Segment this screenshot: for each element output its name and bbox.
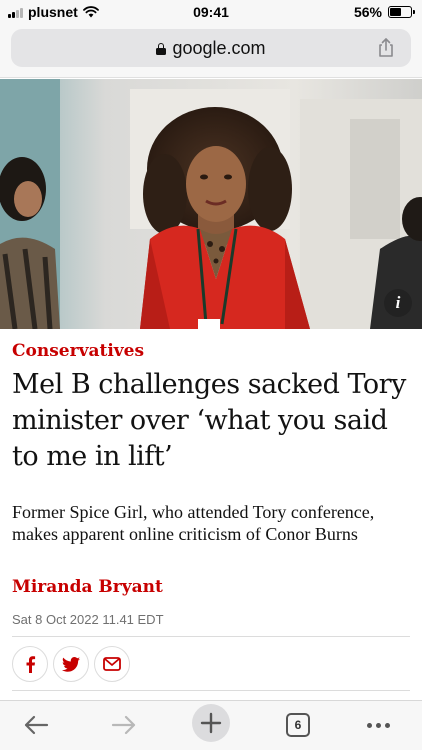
- article-standfirst: Former Spice Girl, who attended Tory con…: [12, 502, 375, 544]
- battery-icon: [388, 6, 415, 18]
- more-icon: [366, 722, 390, 728]
- article-section-label[interactable]: Conservatives: [12, 341, 144, 361]
- divider: [12, 636, 410, 637]
- divider: [12, 690, 410, 691]
- status-right: 56%: [353, 4, 415, 20]
- share-facebook-button[interactable]: [12, 646, 48, 682]
- share-email-button[interactable]: [94, 646, 130, 682]
- tabs-button[interactable]: 6: [278, 707, 318, 743]
- share-twitter-button[interactable]: [53, 646, 89, 682]
- email-icon: [103, 657, 121, 671]
- url-text: google.com: [172, 38, 266, 58]
- back-arrow-icon: [24, 715, 49, 735]
- status-bar: plusnet 09:41 56%: [0, 0, 422, 24]
- back-button[interactable]: [16, 707, 56, 743]
- article-hero-image: i: [0, 79, 422, 329]
- more-button[interactable]: [358, 707, 398, 743]
- forward-button[interactable]: [104, 707, 144, 743]
- browser-address-area: google.com: [0, 24, 422, 78]
- lock-icon: [156, 43, 167, 55]
- battery-percent: 56%: [353, 4, 382, 20]
- article-byline[interactable]: Miranda Bryant: [12, 577, 163, 597]
- article-headline: Mel B challenges sacked Tory minister ov…: [12, 369, 406, 472]
- share-buttons: [12, 646, 130, 682]
- address-display[interactable]: google.com: [11, 38, 411, 59]
- forward-arrow-icon: [111, 715, 136, 735]
- share-icon[interactable]: [375, 37, 397, 59]
- article-date: Sat 8 Oct 2022 11.41 EDT: [12, 612, 164, 627]
- tabs-icon: 6: [286, 713, 310, 737]
- image-info-button[interactable]: i: [384, 289, 412, 317]
- twitter-icon: [62, 656, 80, 672]
- tabs-count: 6: [294, 718, 302, 732]
- hero-photo: [0, 79, 422, 329]
- address-bar[interactable]: google.com: [11, 29, 411, 67]
- facebook-icon: [26, 656, 36, 673]
- new-tab-button[interactable]: [191, 704, 231, 742]
- new-tab-plus-icon: [200, 712, 222, 734]
- browser-toolbar: 6: [0, 700, 422, 750]
